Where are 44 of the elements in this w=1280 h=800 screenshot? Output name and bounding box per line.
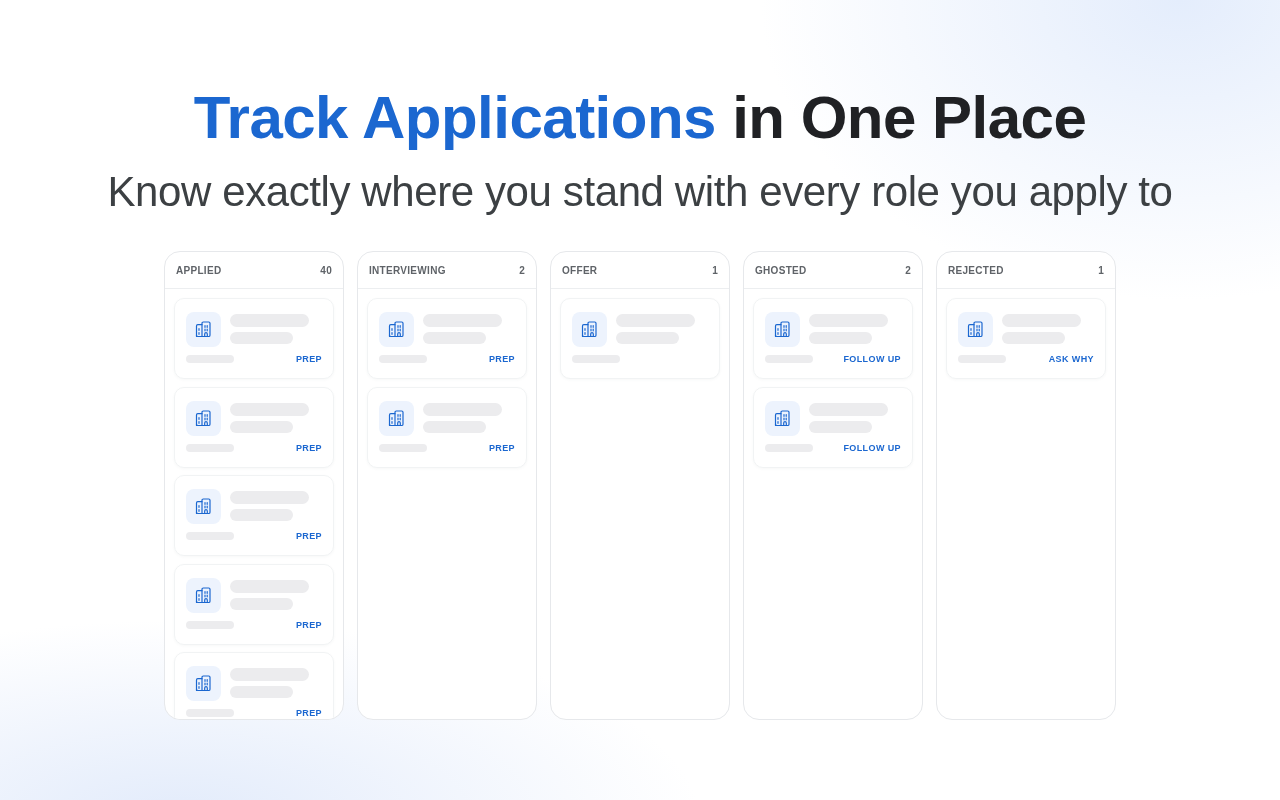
- action-link[interactable]: PREP: [295, 441, 322, 454]
- building-icon: [958, 312, 993, 347]
- action-link[interactable]: PREP: [295, 353, 322, 365]
- column-count: 1: [712, 263, 718, 278]
- building-icon: [186, 400, 221, 436]
- building-icon: [572, 312, 607, 347]
- application-card[interactable]: FOLLOW UP: [753, 298, 913, 379]
- application-card[interactable]: FOLLOW UP: [753, 386, 913, 468]
- building-icon: [765, 312, 800, 347]
- building-icon: [186, 489, 221, 524]
- action-link[interactable]: ASK WHY: [1048, 353, 1094, 365]
- building-icon: [379, 400, 414, 436]
- application-card[interactable]: PREP: [174, 386, 334, 468]
- column-count: 2: [905, 263, 911, 278]
- building-icon: [379, 312, 414, 347]
- building-icon: [765, 400, 800, 436]
- column-title: OFFER: [562, 263, 598, 278]
- application-card[interactable]: PREP: [367, 386, 527, 468]
- action-link[interactable]: PREP: [488, 353, 515, 365]
- building-icon: [186, 577, 221, 613]
- application-card[interactable]: PREP: [174, 652, 334, 719]
- application-card[interactable]: ASK WHY: [946, 298, 1106, 379]
- column-title: INTERVIEWING: [369, 263, 446, 278]
- action-link[interactable]: PREP: [488, 441, 515, 454]
- column-count: 2: [519, 263, 525, 278]
- page-subtitle: Know exactly where you stand with every role you apply to: [107, 167, 1173, 217]
- application-card[interactable]: PREP: [174, 563, 334, 645]
- column-title: GHOSTED: [755, 263, 807, 278]
- building-icon: [186, 312, 221, 347]
- action-link[interactable]: FOLLOW UP: [843, 353, 901, 365]
- page-title: Track Applications in One Place: [193, 83, 1087, 153]
- application-card[interactable]: PREP: [367, 298, 527, 379]
- column-title: APPLIED: [176, 263, 222, 278]
- action-link[interactable]: PREP: [295, 618, 322, 631]
- application-card[interactable]: PREP: [174, 298, 334, 379]
- column-count: 40: [320, 263, 332, 278]
- application-card[interactable]: PREP: [174, 475, 334, 556]
- action-link[interactable]: PREP: [295, 707, 322, 719]
- column-count: 1: [1098, 263, 1104, 278]
- action-link[interactable]: FOLLOW UP: [843, 441, 901, 454]
- action-link[interactable]: PREP: [295, 530, 322, 542]
- application-card[interactable]: [560, 298, 720, 379]
- building-icon: [186, 666, 221, 701]
- column-title: REJECTED: [948, 263, 1004, 278]
